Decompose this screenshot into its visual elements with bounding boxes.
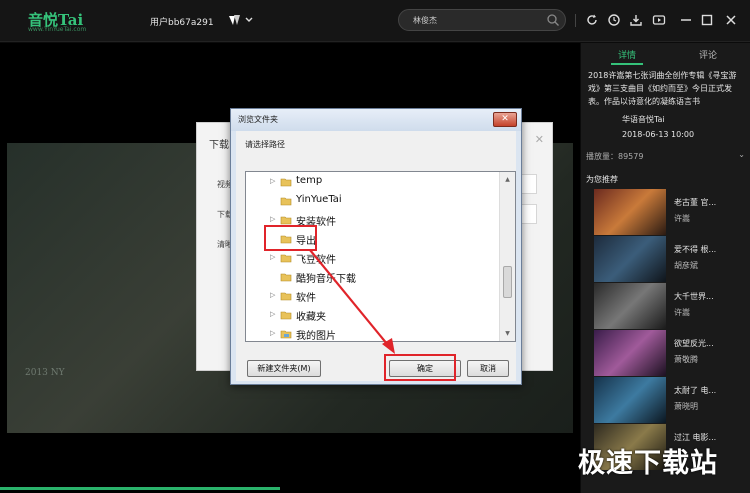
dialog-prompt: 请选择路径 [245,140,285,149]
search-input[interactable] [413,14,543,27]
user-name[interactable]: 用户bb67a291 [150,15,214,28]
download-dialog-title: 下载 [209,140,229,151]
recommendation-title[interactable]: 爱不得 根... [674,244,716,255]
recommendation-artist[interactable]: 许嵩 [674,213,690,224]
site-watermark: 极速下载站 [578,448,718,479]
recommendation-title[interactable]: 欲望反光... [674,338,714,349]
expand-arrow-icon[interactable]: ▷ [270,329,275,337]
scrollbar-thumb[interactable] [503,266,512,298]
close-icon[interactable] [724,13,738,27]
recommendation-thumbnail[interactable] [594,330,666,376]
tree-item-label: temp [296,175,323,186]
recommendation-item[interactable]: 太耐了 电... 萧晓明 [594,377,750,423]
scroll-up-icon[interactable]: ▲ [502,174,513,185]
tab-details[interactable]: 详情 [618,48,636,61]
recommendation-artist[interactable]: 胡彦斌 [674,260,698,271]
expand-arrow-icon[interactable]: ▷ [270,253,275,261]
folder-icon [280,178,292,187]
sidebar-tabs: 详情 评论 [581,43,750,65]
folder-icon [280,292,292,301]
video-icon[interactable] [652,13,666,27]
minimize-icon[interactable] [679,13,693,27]
search-icon[interactable] [546,13,560,27]
recommendation-item[interactable]: 欲望反光... 萧敬腾 [594,330,750,376]
scroll-down-icon[interactable]: ▼ [502,328,513,339]
app-window: 音悦Tai www.YinYueTai.com 用户bb67a291 林俊杰 2… [0,0,750,493]
refresh-icon[interactable] [585,13,599,27]
recommendation-artist[interactable]: 萧晓明 [674,401,698,412]
maximize-icon[interactable] [700,13,714,27]
recommend-heading: 为您推荐 [586,175,618,184]
dialog-close-button[interactable]: ✕ [493,112,517,127]
expand-chevron-icon[interactable]: ⌄ [738,150,745,159]
folder-icon [280,197,292,206]
playback-progress-bar[interactable] [0,487,280,490]
expand-arrow-icon[interactable]: ▷ [270,215,275,223]
tab-comments[interactable]: 评论 [699,48,717,61]
folder-icon [280,311,292,320]
picture-folder-icon [280,330,292,339]
folder-icon [280,254,292,263]
recommendation-title[interactable]: 老古董 官... [674,197,716,208]
recommendation-thumbnail[interactable] [594,283,666,329]
tree-item-label: YinYueTai [296,194,342,205]
recommendation-item[interactable]: 爱不得 根... 胡彦斌 [594,236,750,282]
top-bar: 音悦Tai www.YinYueTai.com 用户bb67a291 [0,0,750,42]
cancel-button[interactable]: 取消 [467,360,509,377]
search-box[interactable] [398,9,566,31]
dialog-title: 浏览文件夹 [238,115,278,124]
download-dialog-close-icon[interactable]: ✕ [535,133,544,146]
play-count: 播放量：89579 [586,152,644,161]
recommendation-item[interactable]: 老古董 官... 许嵩 [594,189,750,235]
expand-arrow-icon[interactable]: ▷ [270,177,275,185]
app-logo-subtitle: www.YinYueTai.com [28,26,87,33]
expand-arrow-icon[interactable]: ▷ [270,291,275,299]
video-frame-stamp: 2013 NY [25,368,65,378]
recommendation-title[interactable]: 大千世界... [674,291,714,302]
expand-arrow-icon[interactable]: ▷ [270,310,275,318]
tree-scrollbar[interactable]: ▲ ▼ [499,172,515,341]
video-description: 2018许嵩第七张词曲全创作专辑《寻宝游戏》第三支曲目《如约而至》今日正式发表。… [588,71,737,106]
recommendation-title[interactable]: 太耐了 电... [674,385,716,396]
divider [575,14,576,27]
dialog-titlebar: 浏览文件夹 ✕ [231,109,521,131]
recommendation-item[interactable]: 大千世界... 许嵩 [594,283,750,329]
active-tab-indicator [611,63,643,65]
recommendation-thumbnail[interactable] [594,377,666,423]
recommendation-artist[interactable]: 许嵩 [674,307,690,318]
history-icon[interactable] [607,13,621,27]
details-sidebar: 详情 评论 2018许嵩第七张词曲全创作专辑《寻宝游戏》第三支曲目《如约而至》今… [581,43,750,493]
download-icon[interactable] [629,13,643,27]
new-folder-button[interactable]: 新建文件夹(M) [247,360,321,377]
annotation-arrow-icon [309,249,395,354]
folder-icon [280,273,292,282]
video-date: 2018-06-13 10:00 [622,130,695,139]
recommendation-artist[interactable]: 萧敬腾 [674,354,698,365]
recommendation-thumbnail[interactable] [594,236,666,282]
video-artist-tag[interactable]: 华语音悦Tai [622,114,665,125]
vip-badge-icon[interactable] [228,13,254,27]
recommendation-thumbnail[interactable] [594,189,666,235]
